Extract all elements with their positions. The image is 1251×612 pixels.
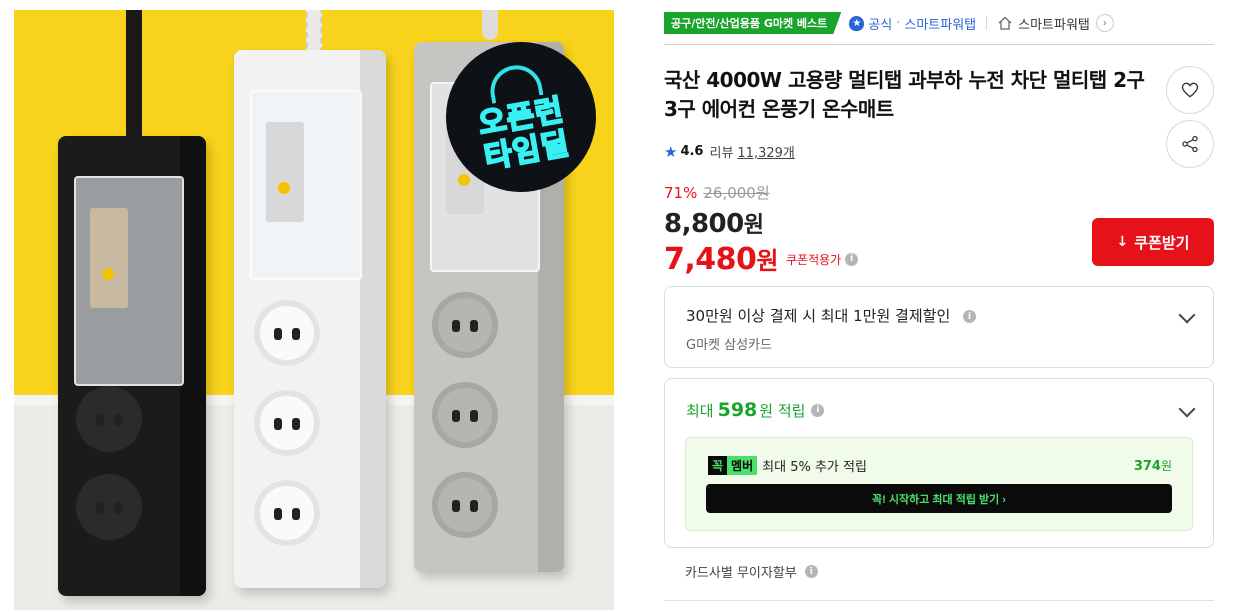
wishlist-button[interactable] — [1166, 66, 1214, 114]
black-power-strip — [58, 136, 206, 596]
info-icon[interactable]: i — [963, 310, 977, 323]
coupon-price-row: 7,480원 쿠폰적용가 i — [664, 241, 859, 277]
review-label: 리뷰 — [709, 146, 734, 161]
card-name: G마켓 삼성카드 — [686, 338, 772, 353]
top-badges: 공구/안전/산업용품 G마켓 베스트 ★ 공식 · 스마트파워탭 스마트파워탭 … — [664, 10, 1214, 36]
points-headline: 최대 598 원 적립 i — [686, 399, 825, 421]
chevron-right-icon: › — [1095, 14, 1114, 32]
product-info-panel: 공구/안전/산업용품 G마켓 베스트 ★ 공식 · 스마트파워탭 스마트파워탭 … — [664, 0, 1214, 612]
rating-summary: ★ 4.6 리뷰 11,329개 — [664, 142, 795, 162]
points-panel[interactable]: 최대 598 원 적립 i 꼭 멤버 최대 5% 추가 적립 374원 꼭! 시작… — [664, 378, 1214, 548]
socket — [432, 382, 498, 448]
info-icon[interactable]: i — [804, 565, 818, 578]
member-logo: 꼭 멤버 — [708, 456, 758, 475]
member-points: 374원 — [1134, 457, 1172, 474]
download-icon: ↓ — [1116, 234, 1129, 250]
socket — [254, 480, 320, 546]
installment-info[interactable]: 카드사별 무이자할부 i — [685, 562, 818, 581]
product-title: 국산 4000W 고용량 멀티탭 과부하 누전 차단 멀티탭 2구 3구 에어컨… — [664, 68, 1145, 121]
coupon-download-button[interactable]: ↓ 쿠폰받기 — [1092, 218, 1214, 266]
member-logo-part-a: 꼭 — [708, 456, 728, 475]
vertical-divider — [986, 16, 988, 30]
store-name: 스마트파워탭 — [1018, 17, 1090, 33]
original-price: 26,000원 — [703, 184, 770, 202]
header-divider — [664, 44, 1214, 45]
official-label: 공식 — [868, 17, 893, 33]
card-discount-text: 30만원 이상 결제 시 최대 1만원 결제할인 — [686, 307, 951, 325]
coupon-price-value: 7,480 — [664, 242, 757, 277]
socket — [76, 474, 142, 540]
star-icon: ★ — [664, 142, 678, 161]
share-icon — [1182, 135, 1198, 153]
sale-price: 8,800원 — [664, 207, 858, 239]
socket — [432, 292, 498, 358]
home-icon — [998, 16, 1012, 30]
rating-score: 4.6 — [680, 144, 704, 159]
points-prefix: 최대 — [686, 401, 714, 420]
socket — [76, 386, 142, 452]
member-signup-button[interactable]: 꼭! 시작하고 최대 적립 받기 › — [706, 484, 1172, 513]
points-suffix: 원 적립 — [759, 401, 806, 420]
coupon-button-label: 쿠폰받기 — [1134, 233, 1190, 252]
coupon-price: 7,480원 — [664, 241, 778, 277]
socket — [254, 300, 320, 366]
chevron-down-icon[interactable] — [1178, 400, 1196, 418]
info-icon[interactable]: i — [811, 403, 825, 417]
official-store-name: 스마트파워탭 — [904, 17, 977, 33]
price-block: 71% 26,000원 8,800원 7,480원 쿠폰적용가 i — [664, 182, 859, 277]
discount-rate: 71% — [664, 183, 698, 202]
member-benefit-box: 꼭 멤버 최대 5% 추가 적립 374원 꼭! 시작하고 최대 적립 받기 › — [685, 437, 1193, 531]
sale-price-value: 8,800 — [664, 209, 744, 239]
review-count-link[interactable]: 11,329개 — [737, 142, 794, 161]
points-amount: 598 — [717, 399, 758, 421]
discount-row: 71% 26,000원 — [664, 182, 858, 203]
official-store-link[interactable]: ★ 공식 · 스마트파워탭 — [849, 14, 976, 33]
store-home-link[interactable]: 스마트파워탭 › — [997, 14, 1114, 33]
heart-icon — [1181, 82, 1199, 98]
chevron-down-icon[interactable] — [1178, 306, 1196, 324]
socket — [432, 472, 498, 538]
white-power-strip — [234, 50, 386, 588]
card-discount-panel[interactable]: 30만원 이상 결제 시 최대 1만원 결제할인 i G마켓 삼성카드 — [664, 286, 1214, 368]
category-best-badge[interactable]: 공구/안전/산업용품 G마켓 베스트 — [664, 12, 841, 34]
info-icon[interactable]: i — [845, 252, 859, 266]
member-points-value: 374 — [1133, 459, 1161, 474]
dot-separator: · — [896, 15, 901, 31]
verified-shield-icon: ★ — [849, 15, 865, 31]
installment-label: 카드사별 무이자할부 — [685, 566, 797, 581]
member-benefit-text: 최대 5% 추가 적립 — [762, 460, 867, 475]
gray-cable — [482, 10, 498, 40]
card-discount-headline: 30만원 이상 결제 시 최대 1만원 결제할인 i — [686, 305, 977, 326]
bottom-divider — [664, 600, 1214, 601]
sale-price-unit: 원 — [743, 213, 764, 238]
member-points-unit: 원 — [1160, 459, 1172, 473]
socket — [254, 390, 320, 456]
member-benefit-row: 꼭 멤버 최대 5% 추가 적립 374원 — [708, 456, 1172, 475]
coupon-price-unit: 원 — [756, 247, 778, 275]
product-image[interactable]: 오픈런 타임딜 — [14, 10, 614, 610]
share-button[interactable] — [1166, 120, 1214, 168]
member-logo-part-b: 멤버 — [727, 456, 758, 475]
coupon-note: 쿠폰적용가 — [786, 252, 842, 267]
